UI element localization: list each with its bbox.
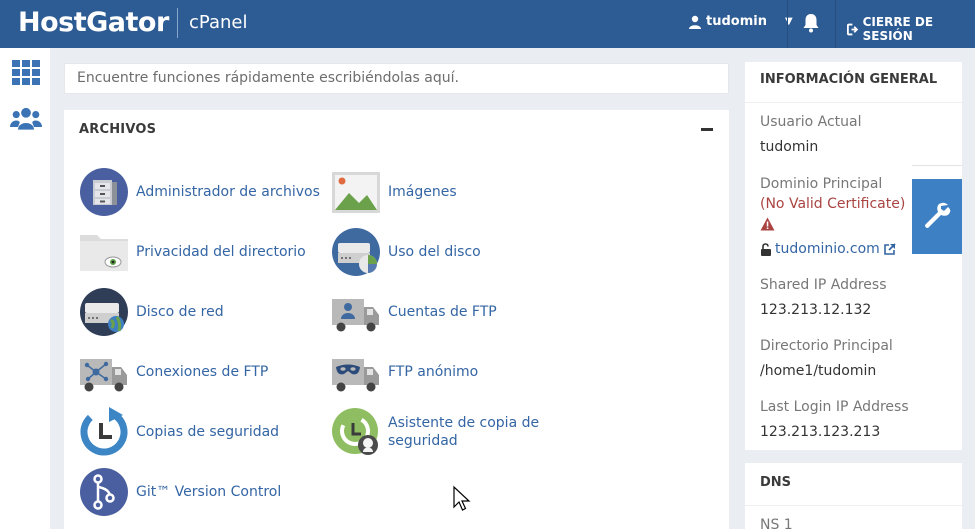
- item-label: Uso del disco: [388, 244, 481, 260]
- git-icon: [80, 468, 128, 516]
- file-manager-link[interactable]: Administrador de archivos: [79, 167, 320, 217]
- backup-wizard-link[interactable]: Asistente de copia de seguridad: [331, 407, 568, 457]
- brand-logo[interactable]: HostGator: [18, 7, 169, 38]
- left-sidebar: [0, 48, 50, 529]
- logout-label: CIERRE DE SESIÓN: [862, 15, 934, 43]
- network-disk-icon: [80, 288, 128, 336]
- item-label: Git™ Version Control: [136, 484, 282, 500]
- divider: [745, 505, 962, 506]
- backup-wizard-icon: [332, 408, 378, 455]
- backup-icon: [80, 407, 128, 456]
- domain-link[interactable]: tudominio.com: [775, 241, 880, 257]
- product-name: cPanel: [189, 12, 248, 33]
- divider: [912, 165, 962, 166]
- divider: [745, 102, 962, 103]
- warning-icon: [760, 217, 775, 231]
- brand-divider: [177, 8, 178, 38]
- collapse-icon[interactable]: [701, 128, 713, 131]
- panel-title: ARCHIVOS: [79, 122, 157, 137]
- shared-ip-label: Shared IP Address: [760, 277, 887, 293]
- image-icon: [332, 172, 380, 213]
- panel-title: INFORMACIÓN GENERAL: [760, 72, 938, 87]
- user-icon: [689, 15, 701, 29]
- main-domain-label: Dominio Principal: [760, 176, 883, 192]
- ftp-accounts-link[interactable]: Cuentas de FTP: [331, 287, 497, 337]
- anonymous-ftp-link[interactable]: FTP anónimo: [331, 347, 478, 397]
- images-link[interactable]: Imágenes: [331, 167, 457, 217]
- files-panel: ARCHIVOS Administrador de archivos Imáge…: [64, 110, 729, 529]
- folder-privacy-icon: [80, 235, 128, 271]
- grid-icon[interactable]: [10, 58, 42, 88]
- mouse-cursor-icon: [453, 485, 471, 511]
- domain-row: tudominio.com: [760, 241, 896, 257]
- backup-link[interactable]: Copias de seguridad: [79, 407, 279, 457]
- search-input[interactable]: Encuentre funciones rápidamente escribié…: [64, 63, 729, 94]
- dns-panel: DNS NS 1: [745, 463, 962, 529]
- unlock-icon: [761, 242, 771, 256]
- general-info-panel: INFORMACIÓN GENERAL Usuario Actual tudom…: [745, 62, 962, 450]
- users-icon[interactable]: [10, 104, 42, 134]
- bell-icon[interactable]: [801, 12, 821, 34]
- network-disk-link[interactable]: Disco de red: [79, 287, 224, 337]
- file-cabinet-icon: [80, 168, 128, 216]
- username: tudomin: [706, 14, 767, 29]
- current-user-value: tudomin: [760, 139, 819, 155]
- tools-button[interactable]: [912, 179, 962, 254]
- last-login-value: 123.213.123.213: [760, 424, 881, 440]
- item-label: Privacidad del directorio: [136, 244, 306, 260]
- item-label: Administrador de archivos: [136, 184, 320, 200]
- item-label: Imágenes: [388, 184, 457, 200]
- item-label: Copias de seguridad: [136, 424, 280, 440]
- item-label: Conexiones de FTP: [136, 364, 269, 380]
- anonymous-ftp-icon: [332, 359, 379, 392]
- panel-title: DNS: [760, 475, 792, 490]
- last-login-label: Last Login IP Address: [760, 399, 909, 415]
- sign-out-icon: [847, 23, 859, 35]
- git-version-control-link[interactable]: Git™ Version Control: [79, 467, 281, 517]
- directory-privacy-link[interactable]: Privacidad del directorio: [79, 227, 306, 277]
- ns1-label: NS 1: [760, 517, 793, 529]
- header-divider: [835, 0, 836, 48]
- top-bar: HostGator cPanel tudomin ▼ CIERRE DE SES…: [0, 0, 975, 48]
- certificate-warning: (No Valid Certificate): [760, 196, 906, 212]
- home-dir-value: /home1/tudomin: [760, 363, 877, 379]
- ftp-connections-icon: [80, 359, 127, 392]
- ftp-connections-link[interactable]: Conexiones de FTP: [79, 347, 268, 397]
- header-divider: [787, 0, 788, 48]
- home-dir-label: Directorio Principal: [760, 338, 893, 354]
- user-menu[interactable]: tudomin ▼: [688, 14, 793, 29]
- ftp-accounts-icon: [332, 299, 379, 332]
- logout-button[interactable]: CIERRE DE SESIÓN: [847, 15, 975, 43]
- item-label: FTP anónimo: [388, 364, 479, 380]
- disk-usage-icon: [332, 228, 380, 276]
- item-label: Disco de red: [136, 304, 224, 320]
- item-label: Cuentas de FTP: [388, 304, 497, 320]
- wrench-icon: [925, 202, 951, 228]
- external-link-icon[interactable]: [883, 242, 896, 256]
- shared-ip-value: 123.213.12.132: [760, 302, 872, 318]
- current-user-label: Usuario Actual: [760, 114, 862, 130]
- item-label: Asistente de copia de seguridad: [388, 415, 540, 449]
- disk-usage-link[interactable]: Uso del disco: [331, 227, 481, 277]
